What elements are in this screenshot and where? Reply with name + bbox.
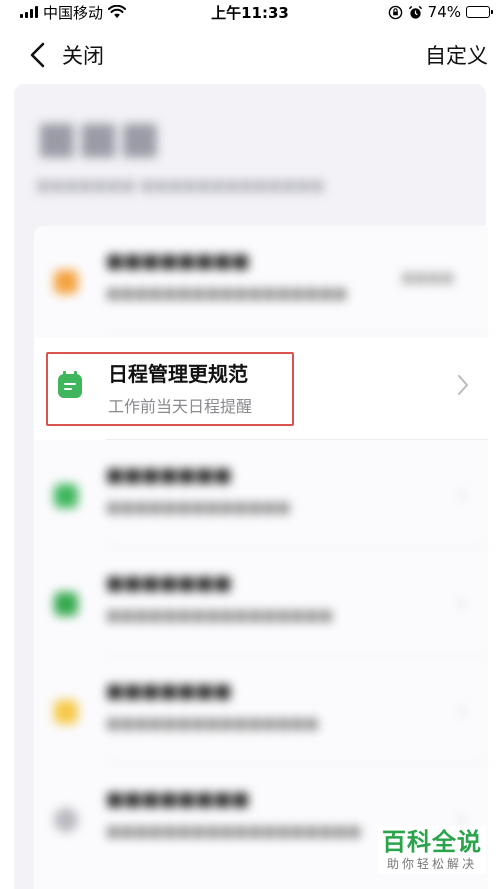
battery-icon xyxy=(466,6,493,18)
status-right: 74% xyxy=(388,3,493,21)
rotation-lock-icon xyxy=(388,5,402,19)
signal-icon xyxy=(20,6,38,18)
watermark-subtitle: 助你轻松解决 xyxy=(386,857,477,871)
list-item[interactable]: ■■■■■■■ ■■■■■■■■■■■■■■■■ › xyxy=(34,548,488,656)
item-title: ■■■■■■■■ xyxy=(106,788,250,810)
blurred-subheading: ■■■■■■■ ■■■■■■■■■■■■■ xyxy=(36,176,325,194)
divider xyxy=(106,333,488,334)
schedule-title: 日程管理更规范 xyxy=(108,362,248,386)
item-subtitle: ■■■■■■■■■■■■■ xyxy=(106,498,291,516)
chevron-right-icon: › xyxy=(458,590,466,614)
calendar-icon xyxy=(58,371,82,398)
battery-percent: 74% xyxy=(427,3,461,21)
list-item[interactable]: ■■■■■■■ ■■■■■■■■■■■■■■■ › xyxy=(34,656,488,764)
item-title: ■■■■■■■ xyxy=(106,464,232,486)
wifi-icon xyxy=(108,5,127,18)
watermark: 百科全说 助你轻松解决 xyxy=(378,826,486,874)
item-subtitle: ■■■■■■■■■■■■■■■■■ xyxy=(106,284,347,302)
close-label: 关闭 xyxy=(62,44,104,68)
customize-button[interactable]: 自定义 xyxy=(425,40,488,70)
carrier-label: 中国移动 xyxy=(43,3,104,22)
chevron-right-icon xyxy=(458,375,468,395)
chevron-left-icon xyxy=(30,42,45,68)
item-subtitle: ■■■■■■■■■■■■■■■■ xyxy=(106,606,333,624)
item-icon xyxy=(54,484,78,508)
item-subtitle: ■■■■■■■■■■■■■■■ xyxy=(106,714,319,732)
alarm-icon xyxy=(408,5,422,19)
blurred-heading: ■■■ xyxy=(36,112,161,163)
chevron-right-icon: › xyxy=(458,698,466,722)
item-title: ■■■■■■■ xyxy=(106,572,232,594)
item-icon xyxy=(54,270,78,294)
schedule-subtitle: 工作前当天日程提醒 xyxy=(108,397,253,416)
item-value: ■■■■ xyxy=(401,270,454,286)
status-left: 中国移动 xyxy=(20,2,127,23)
list-item[interactable]: ■■■■■■■ ■■■■■■■■■■■■■ › xyxy=(34,440,488,548)
item-title: ■■■■■■■ xyxy=(106,680,232,702)
item-icon xyxy=(54,808,78,832)
list-item[interactable]: ■■■■■■■■ ■■■■■■■■■■■■■■■■■ ■■■■ xyxy=(34,226,488,334)
nav-bar: 关闭 自定义 xyxy=(0,28,500,82)
item-subtitle: ■■■■■■■■■■■■■■■■■■ xyxy=(106,822,362,840)
status-bar: 中国移动 上午11:33 74% xyxy=(0,0,500,24)
watermark-title: 百科全说 xyxy=(382,828,482,856)
item-icon xyxy=(54,592,78,616)
item-icon xyxy=(54,700,78,724)
list-item-schedule[interactable] xyxy=(34,338,488,440)
chevron-right-icon: › xyxy=(458,482,466,506)
close-button[interactable]: 关闭 xyxy=(28,40,104,70)
item-title: ■■■■■■■■ xyxy=(106,250,250,272)
